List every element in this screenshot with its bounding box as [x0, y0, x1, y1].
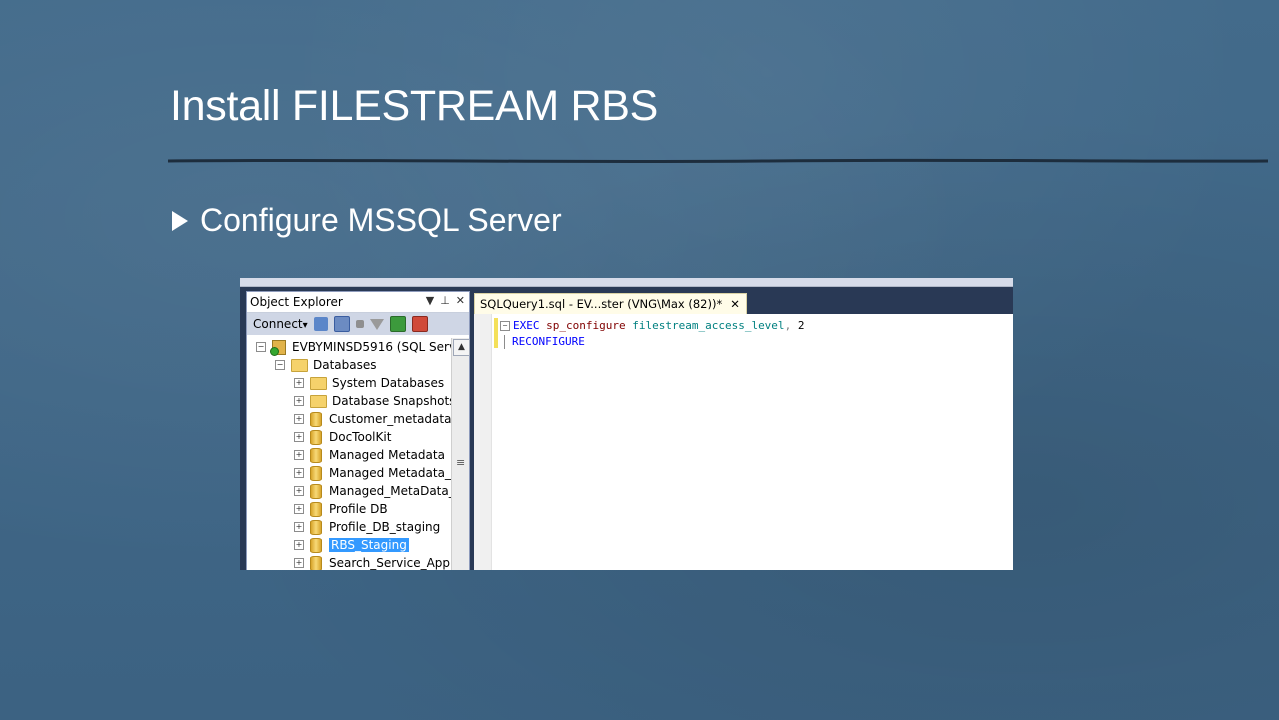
tree-node-database[interactable]: + Customer_metadata: [247, 410, 451, 428]
region-guide: [504, 335, 505, 349]
tree-node-label: RBS_Staging: [329, 538, 409, 552]
tree-node-server[interactable]: − EVBYMINSD5916 (SQL Server 1: [247, 338, 451, 356]
database-icon: [310, 411, 322, 427]
object-explorer-header: Object Explorer ▼ ⊥ ✕: [247, 292, 469, 313]
database-icon: [310, 465, 322, 481]
ssms-main-toolbar: [240, 278, 1013, 287]
tree-node-database-selected[interactable]: + RBS_Staging: [247, 536, 451, 554]
tree-node-label: Managed Metadata_ne: [329, 466, 451, 480]
disconnect-icon[interactable]: [333, 316, 350, 332]
folder-icon: [310, 376, 327, 390]
bullet-arrow-icon: [172, 210, 188, 231]
collapse-icon[interactable]: −: [275, 360, 285, 370]
keyword-reconfigure: RECONFIGURE: [512, 335, 585, 348]
tree-node-label: System Databases: [332, 376, 445, 390]
config-option: filestream_access_level: [632, 319, 785, 332]
object-explorer-toolbar: Connect▾: [247, 313, 469, 335]
tree-node-database[interactable]: + Profile_DB_staging: [247, 518, 451, 536]
database-icon: [310, 537, 322, 553]
tree-node-label: EVBYMINSD5916 (SQL Server 1: [292, 340, 451, 354]
server-icon: [270, 339, 286, 356]
editor-gutter: [474, 314, 492, 570]
code-area[interactable]: − EXEC sp_configure filestream_access_le…: [500, 318, 804, 350]
folder-icon: [310, 394, 327, 408]
expand-icon[interactable]: +: [294, 540, 304, 550]
database-icon: [310, 447, 322, 463]
connect-dropdown-icon: ▾: [302, 320, 308, 331]
expand-icon[interactable]: +: [294, 522, 304, 532]
tree-node-label: Database Snapshots: [332, 394, 451, 408]
tree-node-label: Managed Metadata: [329, 448, 445, 462]
object-explorer-header-controls: ▼ ⊥ ✕: [426, 294, 465, 307]
close-icon[interactable]: ✕: [456, 294, 465, 307]
title-divider: [168, 158, 1268, 164]
tree-node-database[interactable]: + Managed Metadata_ne: [247, 464, 451, 482]
bullet-text: Configure MSSQL Server: [200, 202, 562, 238]
close-tab-icon[interactable]: ✕: [730, 297, 740, 311]
tree-node-label: Search_Service_Applica: [329, 556, 451, 570]
window-position-icon[interactable]: ▼: [426, 294, 434, 307]
scroll-grip-icon[interactable]: ≡: [456, 456, 465, 469]
tree-node-system-databases[interactable]: + System Databases: [247, 374, 451, 392]
tree-node-database[interactable]: + Search_Service_Applica: [247, 554, 451, 570]
refresh-icon[interactable]: [389, 316, 406, 332]
expand-icon[interactable]: +: [294, 378, 304, 388]
object-explorer-panel: Object Explorer ▼ ⊥ ✕ Connect▾ − EVBYMIN…: [246, 291, 470, 570]
tree-node-database[interactable]: + Managed_MetaData_St: [247, 482, 451, 500]
expand-icon[interactable]: +: [294, 396, 304, 406]
collapse-icon[interactable]: −: [256, 342, 266, 352]
tree-node-database[interactable]: + DocToolKit: [247, 428, 451, 446]
keyword-exec: EXEC: [513, 319, 540, 332]
tree-node-label: Customer_metadata: [329, 412, 451, 426]
tab-label: SQLQuery1.sql - EV...ster (VNG\Max (82))…: [480, 297, 723, 311]
tree-node-database[interactable]: + Managed Metadata: [247, 446, 451, 464]
database-icon: [310, 501, 322, 517]
tree-node-databases[interactable]: − Databases: [247, 356, 451, 374]
tree-scrollbar[interactable]: ▲ ≡: [451, 338, 470, 570]
expand-icon[interactable]: +: [294, 414, 304, 424]
filter-icon[interactable]: [369, 318, 384, 330]
expand-icon[interactable]: +: [294, 558, 304, 568]
connect-label: Connect: [253, 317, 303, 331]
code-line-1: − EXEC sp_configure filestream_access_le…: [500, 318, 804, 334]
folder-icon: [291, 358, 308, 372]
database-icon: [310, 483, 322, 499]
tree-node-database-snapshots[interactable]: + Database Snapshots: [247, 392, 451, 410]
ssms-screenshot: Object Explorer ▼ ⊥ ✕ Connect▾ − EVBYMIN…: [240, 278, 1013, 570]
expand-icon[interactable]: +: [294, 468, 304, 478]
object-explorer-title: Object Explorer: [250, 295, 343, 309]
connect-button[interactable]: Connect▾: [253, 317, 308, 331]
tab-sqlquery1[interactable]: SQLQuery1.sql - EV...ster (VNG\Max (82))…: [474, 293, 747, 315]
expand-icon[interactable]: +: [294, 432, 304, 442]
expand-icon[interactable]: +: [294, 504, 304, 514]
tree-node-label: Managed_MetaData_St: [329, 484, 451, 498]
code-line-2: RECONFIGURE: [500, 334, 804, 350]
stop-icon[interactable]: [355, 320, 364, 328]
tree-node-label: Profile DB: [329, 502, 388, 516]
activity-monitor-icon[interactable]: [411, 316, 428, 332]
object-explorer-tree: − EVBYMINSD5916 (SQL Server 1 − Database…: [247, 338, 451, 570]
tree-node-label: Profile_DB_staging: [329, 520, 441, 534]
bullet-item: Configure MSSQL Server: [172, 202, 562, 239]
config-value: 2: [797, 319, 805, 332]
comma: ,: [784, 319, 792, 332]
slide-title: Install FILESTREAM RBS: [170, 82, 659, 130]
expand-icon[interactable]: +: [294, 450, 304, 460]
collapse-region-icon[interactable]: −: [500, 321, 510, 331]
database-icon: [310, 429, 322, 445]
pin-icon[interactable]: ⊥: [440, 294, 450, 307]
scroll-up-button[interactable]: ▲: [453, 339, 470, 356]
database-icon: [310, 519, 322, 535]
tree-node-database[interactable]: + Profile DB: [247, 500, 451, 518]
tree-node-label: Databases: [313, 358, 377, 372]
connect-object-icon[interactable]: [313, 317, 328, 331]
change-indicator: [494, 318, 498, 348]
expand-icon[interactable]: +: [294, 486, 304, 496]
database-icon: [310, 555, 322, 570]
query-editor[interactable]: − EXEC sp_configure filestream_access_le…: [474, 314, 1013, 570]
procedure-name: sp_configure: [546, 319, 626, 332]
tree-node-label: DocToolKit: [329, 430, 392, 444]
